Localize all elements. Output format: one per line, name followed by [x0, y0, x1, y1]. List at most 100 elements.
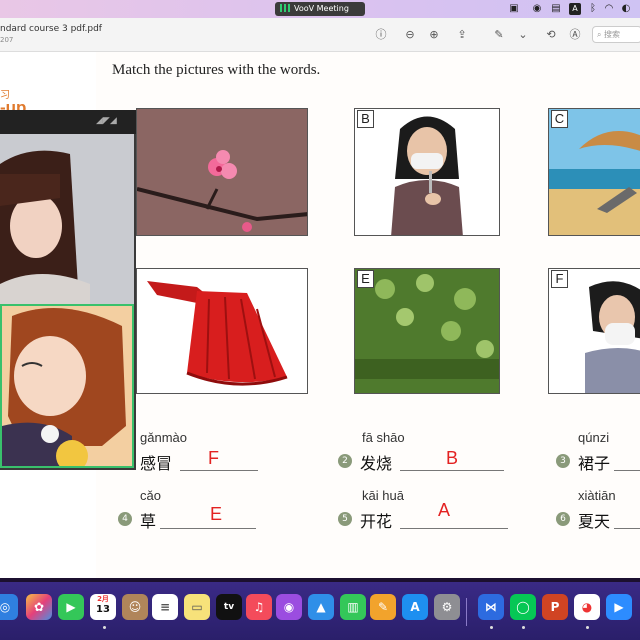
- picture-letter: E: [357, 270, 374, 288]
- annotate-icon[interactable]: Ⓐ: [568, 28, 582, 42]
- answer-line: [614, 470, 640, 471]
- answer-text: B: [446, 448, 459, 468]
- bluetooth-icon[interactable]: ᛒ: [587, 3, 599, 15]
- facetime-icon: ▶: [66, 600, 76, 614]
- exercise-heading: Match the pictures with the words.: [112, 62, 321, 78]
- voov-meeting-indicator[interactable]: VooV Meeting: [275, 2, 365, 16]
- search-input[interactable]: ⌕ 搜索: [592, 26, 640, 43]
- dock-app-calendar[interactable]: 2月 13: [90, 594, 116, 620]
- dock-app-contacts[interactable]: ☺: [122, 594, 148, 620]
- dock-app-safari[interactable]: ◎: [0, 594, 18, 620]
- video-panel-header[interactable]: ◢◤◢: [0, 110, 136, 134]
- participant-camera: [0, 134, 134, 320]
- dock-app-facetime[interactable]: ▶: [58, 594, 84, 620]
- word-pinyin: qúnzi: [578, 430, 610, 445]
- running-indicator: [490, 626, 493, 629]
- word-hanzi: 开花: [360, 512, 393, 531]
- markup-pen-icon[interactable]: ✎: [492, 28, 506, 42]
- photos-icon: ✿: [33, 600, 45, 614]
- music-icon: ♫: [253, 600, 265, 614]
- menu-bar: VooV Meeting ▣ ◉ ▤ A ᛒ ◠ ◐: [0, 0, 640, 18]
- dock-app-keynote[interactable]: ▲: [308, 594, 334, 620]
- dock-app-chrome[interactable]: ◕: [574, 594, 600, 620]
- answer-line: [400, 470, 504, 471]
- word-hanzi: 感冒: [140, 454, 173, 473]
- anime-avatar-image: [2, 306, 132, 466]
- plum-blossom-image: [137, 109, 307, 235]
- word-number: 5: [338, 512, 352, 526]
- safari-icon: ◎: [0, 600, 11, 614]
- meeting-label: VooV Meeting: [294, 4, 349, 13]
- dock-app-reminders[interactable]: ≡: [152, 594, 178, 620]
- word-number: 6: [556, 512, 570, 526]
- zoom-icon: ▶: [614, 600, 624, 614]
- input-source-icon[interactable]: A: [569, 3, 581, 15]
- word-number: 3: [556, 454, 570, 468]
- woman-thermometer-image: [391, 116, 463, 235]
- dock-app-zoom[interactable]: ▶: [606, 594, 632, 620]
- dock-app-podcasts[interactable]: ◉: [276, 594, 302, 620]
- tv-label: tv: [223, 602, 235, 612]
- participant-photo: [0, 134, 134, 320]
- word-pinyin: xiàtiān: [578, 488, 616, 503]
- wifi-icon[interactable]: ◠: [603, 3, 615, 15]
- info-icon[interactable]: ⓘ: [374, 28, 388, 42]
- voov-icon: ⋈: [485, 600, 497, 614]
- dock-app-pages[interactable]: ✎: [370, 594, 396, 620]
- calendar-day: 13: [96, 604, 110, 615]
- dock-app-line[interactable]: ◯: [510, 594, 536, 620]
- picture-letter: B: [357, 110, 374, 128]
- word-pinyin: cǎo: [140, 488, 161, 503]
- dock-app-photos[interactable]: ✿: [26, 594, 52, 620]
- picture-plum-blossom: [136, 108, 308, 236]
- running-indicator: [103, 626, 106, 629]
- picture-e: E: [354, 268, 500, 394]
- dock-app-notes[interactable]: ▭: [184, 594, 210, 620]
- picture-letter: C: [551, 110, 568, 128]
- answer-text: A: [438, 500, 451, 520]
- dock-app-tv[interactable]: tv: [216, 594, 242, 620]
- zoom-in-icon[interactable]: ⊕: [427, 28, 441, 42]
- keynote-icon: ▲: [316, 600, 326, 614]
- control-center-icon[interactable]: ◐: [620, 3, 632, 15]
- screen-record-icon[interactable]: ▣: [508, 3, 520, 15]
- answer-line: [180, 470, 258, 471]
- word-pinyin: gǎnmào: [140, 430, 187, 445]
- pages-icon: ✎: [377, 600, 389, 614]
- chevron-down-icon[interactable]: ⌄: [516, 28, 530, 42]
- pdf-page: Match the pictures with the words. B C E…: [96, 52, 640, 578]
- line-icon: ◯: [516, 600, 530, 614]
- dock-app-powerpoint[interactable]: P: [542, 594, 568, 620]
- dock-app-app-store[interactable]: A: [402, 594, 428, 620]
- dock-separator: [466, 598, 467, 626]
- chat-bubble-icon[interactable]: ◉: [531, 3, 543, 15]
- dock-app-voov-meeting[interactable]: ⋈: [478, 594, 504, 620]
- participant-avatar-camera: [0, 304, 134, 468]
- dock: ◎ ✿ ▶ 2月 13 ☺ ≡ ▭ tv ♫ ◉ ▲ ▥ ✎ A ⚙ ⋈ ◯ P…: [0, 582, 640, 640]
- dock-app-music[interactable]: ♫: [246, 594, 272, 620]
- powerpoint-icon: P: [550, 600, 560, 614]
- search-placeholder: 搜索: [604, 30, 621, 39]
- signal-icon: [280, 4, 290, 12]
- running-indicator: [522, 626, 525, 629]
- video-controls-icon[interactable]: ◢◤◢: [96, 116, 130, 126]
- numbers-icon: ▥: [347, 600, 359, 614]
- word-pinyin: kāi huā: [362, 488, 404, 503]
- rotate-icon[interactable]: ⟲: [544, 28, 558, 42]
- word-number: 4: [118, 512, 132, 526]
- word-hanzi: 夏天: [578, 512, 611, 531]
- reminders-icon: ≡: [159, 600, 171, 614]
- toolbar: ndard course 3 pdf.pdf 207 ⓘ ⊖ ⊕ ⇪ ✎ ⌄ ⟲…: [0, 18, 640, 52]
- line-app-icon[interactable]: ▤: [550, 3, 562, 15]
- video-call-panel[interactable]: ◢◤◢: [0, 110, 136, 470]
- grass-image: [355, 269, 499, 393]
- dock-app-system-settings[interactable]: ⚙: [434, 594, 460, 620]
- notes-icon: ▭: [191, 600, 203, 614]
- zoom-out-icon[interactable]: ⊖: [403, 28, 417, 42]
- word-pinyin: fā shāo: [362, 430, 405, 445]
- picture-f: F: [548, 268, 640, 394]
- dock-app-numbers[interactable]: ▥: [340, 594, 366, 620]
- share-icon[interactable]: ⇪: [455, 28, 469, 42]
- picture-c: C: [548, 108, 640, 236]
- answer-line: [400, 528, 508, 529]
